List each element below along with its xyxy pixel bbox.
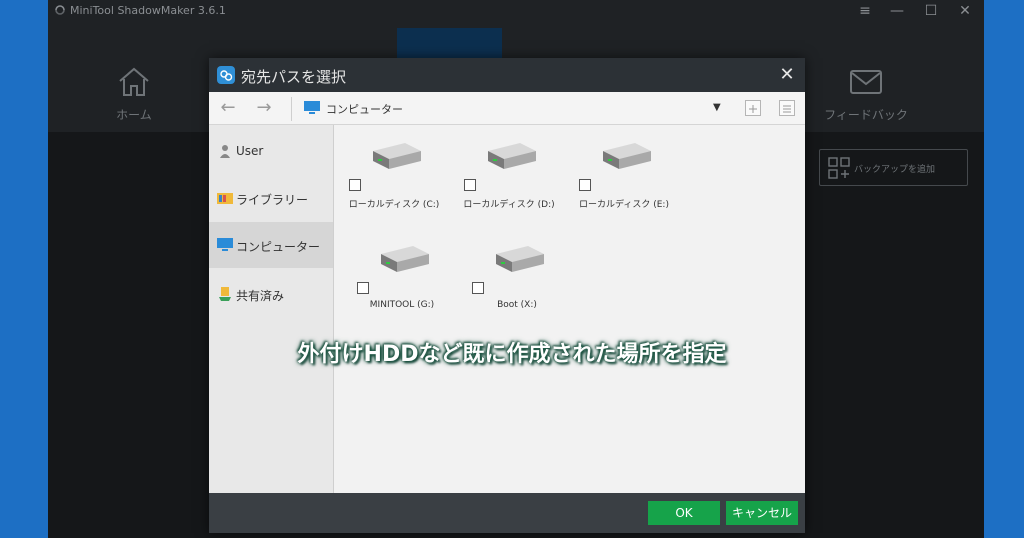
drive-label: Boot (X:) [497, 300, 537, 310]
forward-arrow-icon[interactable]: → [253, 97, 275, 119]
hard-drive-icon [603, 143, 651, 169]
drive-item[interactable]: MINITOOL (G:) [347, 234, 457, 324]
library-folder-icon [217, 193, 233, 204]
nav-feedback-label: フィードバック [824, 108, 908, 122]
drive-checkbox[interactable] [464, 179, 476, 191]
overlay-caption: 外付けHDDなど既に作成された場所を指定 [297, 342, 727, 367]
drive-label: ローカルディスク (C:) [348, 200, 440, 210]
sidebar-item-library[interactable]: ライブラリー [209, 175, 333, 221]
drive-label: ローカルディスク (E:) [579, 200, 669, 210]
cancel-button[interactable]: キャンセル [726, 501, 798, 525]
new-folder-icon[interactable] [745, 100, 761, 116]
app-titlebar: MiniTool ShadowMaker 3.6.1 ≡ — ☐ ✕ [48, 0, 984, 22]
hard-drive-icon [381, 246, 429, 272]
dialog-toolbar: ← → コンピューター ▼ [209, 92, 805, 125]
app-title: MiniTool ShadowMaker 3.6.1 [70, 4, 226, 17]
sidebar-item-label: コンピューター [236, 240, 321, 254]
user-icon [220, 145, 230, 158]
ok-button[interactable]: OK [648, 501, 720, 525]
dialog-titlebar: 宛先パスを選択 ✕ [209, 58, 805, 92]
minimize-icon[interactable]: — [888, 2, 906, 20]
hard-drive-icon [373, 143, 421, 169]
close-app-icon[interactable]: ✕ [956, 2, 974, 20]
nav-active-tab[interactable] [397, 28, 502, 60]
drive-label: ローカルディスク (D:) [463, 200, 555, 210]
drive-grid: ローカルディスク (C:) ローカルディスク (D:) ローカルディスク (E:… [334, 125, 805, 493]
view-list-icon[interactable] [779, 100, 795, 116]
mail-icon [850, 70, 882, 94]
shared-icon [219, 287, 231, 301]
maximize-icon[interactable]: ☐ [922, 2, 940, 20]
add-backup-button[interactable]: バックアップを追加 [819, 149, 968, 186]
dialog-footer: OK キャンセル [209, 493, 805, 533]
back-arrow-icon[interactable]: ← [217, 97, 239, 119]
drive-item[interactable]: Boot (X:) [462, 234, 572, 324]
add-grid-icon [828, 157, 850, 179]
toolbar-divider [291, 97, 292, 121]
sidebar-item-label: User [236, 144, 264, 158]
menu-icon[interactable]: ≡ [856, 2, 874, 20]
dialog-app-icon [217, 66, 235, 84]
dialog-title: 宛先パスを選択 [241, 68, 347, 86]
drive-checkbox[interactable] [472, 282, 484, 294]
nav-home-label: ホーム [116, 108, 152, 122]
hard-drive-icon [488, 143, 536, 169]
drive-item[interactable]: ローカルディスク (E:) [569, 131, 679, 221]
drive-checkbox[interactable] [579, 179, 591, 191]
sidebar-item-label: 共有済み [236, 289, 285, 303]
computer-icon [217, 238, 233, 251]
home-icon [119, 67, 149, 96]
path-dropdown-icon[interactable]: ▼ [713, 100, 727, 116]
select-destination-dialog: 宛先パスを選択 ✕ ← → コンピューター ▼ User ライブラリー コンピュ… [209, 58, 805, 533]
drive-item[interactable]: ローカルディスク (C:) [339, 131, 449, 221]
add-backup-label: バックアップを追加 [854, 165, 936, 175]
drive-checkbox[interactable] [357, 282, 369, 294]
app-logo-icon [55, 5, 65, 15]
list-icon [783, 105, 791, 113]
drive-item[interactable]: ローカルディスク (D:) [454, 131, 564, 221]
sidebar-item-user[interactable]: User [209, 128, 333, 174]
sidebar-item-label: ライブラリー [236, 193, 309, 207]
drive-label: MINITOOL (G:) [369, 300, 435, 310]
path-breadcrumb[interactable]: コンピューター [326, 101, 403, 117]
hard-drive-icon [496, 246, 544, 272]
plus-icon [749, 105, 757, 113]
dialog-close-icon[interactable]: ✕ [777, 64, 797, 86]
dialog-sidebar: User ライブラリー コンピューター 共有済み [209, 125, 334, 493]
sidebar-item-computer[interactable]: コンピューター [209, 222, 333, 268]
drive-checkbox[interactable] [349, 179, 361, 191]
sidebar-item-shared[interactable]: 共有済み [209, 271, 333, 317]
computer-icon [304, 101, 320, 114]
